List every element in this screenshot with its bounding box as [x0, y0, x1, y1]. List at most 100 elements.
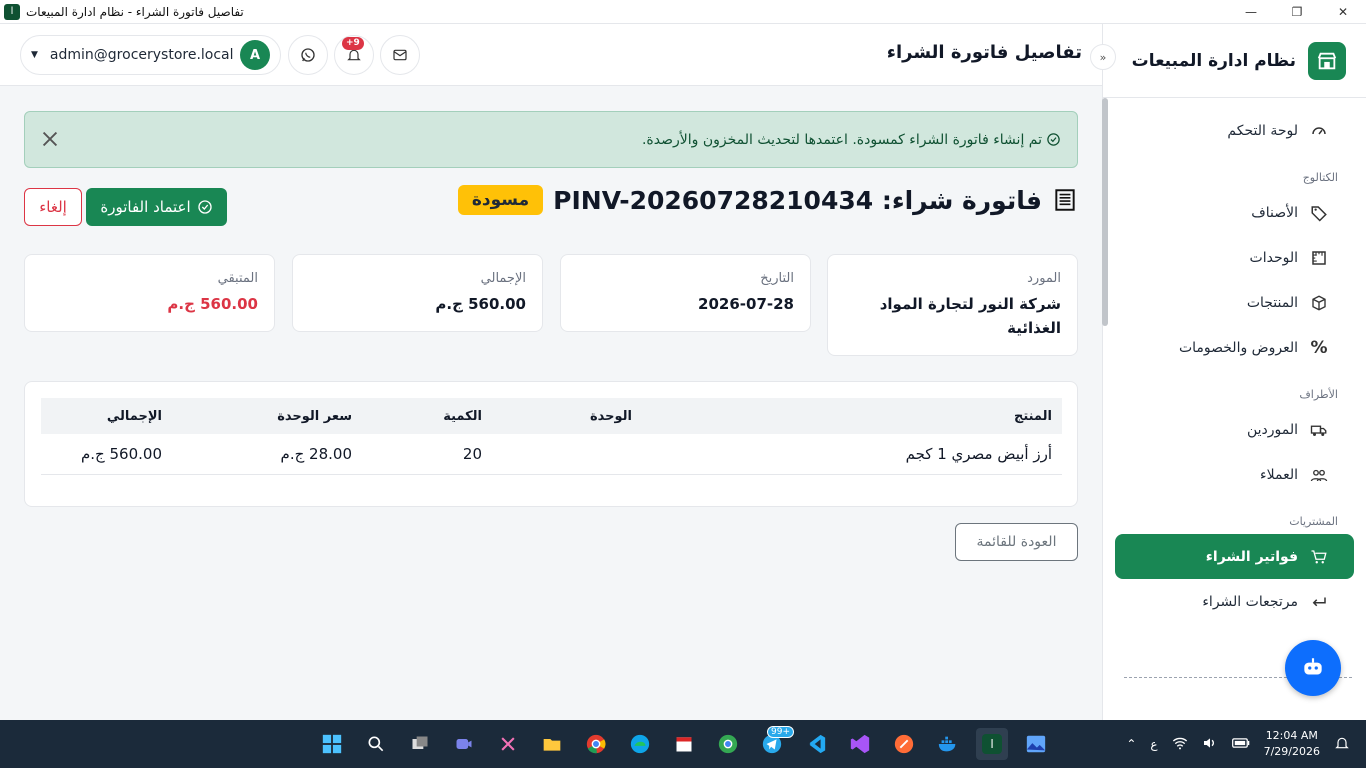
- volume-icon[interactable]: [1202, 736, 1218, 753]
- table-header-row: المنتج الوحدة الكمية سعر الوحدة الإجمالي: [41, 398, 1062, 434]
- whatsapp-icon: [301, 48, 315, 62]
- cancel-button[interactable]: إلغاء: [24, 188, 82, 226]
- language-indicator[interactable]: ع: [1150, 737, 1157, 751]
- table-cell: أرز أبيض مصري 1 كجم: [642, 434, 1062, 475]
- total-card: الإجمالي 560.00 ج.م: [292, 254, 543, 332]
- sidebar-item-categories[interactable]: الأصناف: [1115, 190, 1354, 235]
- invoice-header: فاتورة شراء: PINV-20260728210434 مسودة: [457, 185, 1078, 215]
- check-circle-icon: [197, 200, 212, 214]
- check-circle-icon: [1047, 133, 1060, 146]
- chevron-up-icon[interactable]: ⌃: [1126, 737, 1136, 751]
- chrome-icon[interactable]: [580, 728, 612, 760]
- vscode-icon[interactable]: [800, 728, 832, 760]
- truck-icon: [1310, 421, 1328, 439]
- table-cell: 28.00 ج.م: [172, 434, 362, 475]
- minimize-button[interactable]: —: [1228, 0, 1274, 24]
- search-icon[interactable]: [360, 728, 392, 760]
- battery-icon[interactable]: [1231, 737, 1250, 752]
- wifi-icon[interactable]: [1172, 736, 1188, 753]
- dashboard-icon: [1310, 122, 1328, 140]
- clock[interactable]: 12:04 AM 7/29/2026: [1264, 728, 1320, 760]
- remaining-card: المتبقي 560.00 ج.م: [24, 254, 275, 332]
- taskbar: 99+ ا ⌃ ع 12:04 AM 7/29/2026: [0, 720, 1366, 768]
- close-icon[interactable]: [39, 128, 61, 150]
- approve-invoice-button[interactable]: اعتماد الفاتورة: [86, 188, 227, 226]
- sidebar-item-label: العملاء: [1260, 466, 1298, 483]
- main-content: تم إنشاء فاتورة الشراء كمسودة. اعتمدها ل…: [0, 86, 1102, 720]
- sales-app-icon[interactable]: ا: [976, 728, 1008, 760]
- back-to-list-button[interactable]: العودة للقائمة: [955, 523, 1078, 561]
- sidebar-item-label: مرتجعات الشراء: [1202, 593, 1298, 610]
- maximize-button[interactable]: ❐: [1274, 0, 1320, 24]
- table-cell: [492, 434, 642, 475]
- supplier-name: شركة النور لتجارة المواد الغذائية: [879, 295, 1061, 337]
- box-icon: [1310, 294, 1328, 312]
- invoice-total: 560.00 ج.م: [435, 295, 526, 313]
- sidebar-item-offers[interactable]: % العروض والخصومات: [1115, 325, 1354, 370]
- system-tray: ⌃ ع 12:04 AM 7/29/2026: [1126, 720, 1350, 768]
- nav-section-purchases: المشتريات: [1289, 515, 1338, 528]
- scrollbar[interactable]: [1102, 98, 1108, 326]
- items-table-card: المنتج الوحدة الكمية سعر الوحدة الإجمالي…: [24, 381, 1078, 507]
- sidebar-item-units[interactable]: الوحدات: [1115, 235, 1354, 280]
- notification-center-icon[interactable]: [1334, 735, 1350, 754]
- postman-icon[interactable]: [888, 728, 920, 760]
- cart-icon: [1310, 548, 1328, 566]
- chrome-profile-icon[interactable]: [712, 728, 744, 760]
- meet-icon[interactable]: [448, 728, 480, 760]
- messages-button[interactable]: [380, 35, 420, 75]
- column-header: سعر الوحدة: [172, 398, 362, 434]
- windows-start-icon[interactable]: [316, 728, 348, 760]
- card-label: الإجمالي: [480, 271, 526, 286]
- avatar: A: [240, 40, 270, 70]
- edge-icon[interactable]: [624, 728, 656, 760]
- table-cell: 560.00 ج.م: [41, 434, 172, 475]
- sidebar-item-label: فواتير الشراء: [1205, 548, 1298, 565]
- robot-icon: [1304, 658, 1322, 675]
- column-header: الإجمالي: [41, 398, 172, 434]
- table-row: أرز أبيض مصري 1 كجم 20 28.00 ج.م 560.00 …: [41, 434, 1062, 475]
- photos-icon[interactable]: [1020, 728, 1052, 760]
- docker-icon[interactable]: [932, 728, 964, 760]
- visual-studio-icon[interactable]: [844, 728, 876, 760]
- brand-name: نظام ادارة المبيعات: [1131, 50, 1296, 71]
- brand: نظام ادارة المبيعات: [1103, 24, 1366, 98]
- sidebar-item-label: الموردين: [1246, 421, 1298, 438]
- file-explorer-icon[interactable]: [536, 728, 568, 760]
- calendar-app-icon[interactable]: [668, 728, 700, 760]
- items-table: المنتج الوحدة الكمية سعر الوحدة الإجمالي…: [41, 398, 1062, 475]
- sidebar-item-label: الأصناف: [1251, 204, 1298, 221]
- sidebar-item-label: الوحدات: [1249, 249, 1298, 266]
- close-button[interactable]: ✕: [1320, 0, 1366, 24]
- snipping-tool-icon[interactable]: [492, 728, 524, 760]
- clock-date: 7/29/2026: [1263, 745, 1320, 758]
- success-alert: تم إنشاء فاتورة الشراء كمسودة. اعتمدها ل…: [24, 111, 1078, 168]
- sidebar-item-dashboard[interactable]: لوحة التحكم: [1115, 108, 1354, 153]
- nav-section-parties: الأطراف: [1299, 388, 1338, 401]
- task-view-icon[interactable]: [404, 728, 436, 760]
- whatsapp-button[interactable]: [288, 35, 328, 75]
- user-menu[interactable]: ▼ admin@grocerystore.local A: [20, 35, 281, 75]
- sidebar-item-customers[interactable]: العملاء: [1115, 452, 1354, 497]
- telegram-icon[interactable]: 99+: [756, 726, 794, 760]
- chatbot-button[interactable]: [1285, 640, 1341, 696]
- sidebar-item-products[interactable]: المنتجات: [1115, 280, 1354, 325]
- page-title: تفاصيل فاتورة الشراء: [886, 42, 1082, 63]
- invoice-remaining: 560.00 ج.م: [167, 295, 258, 313]
- app-icon: ا: [4, 3, 20, 20]
- invoice-title: فاتورة شراء: PINV-20260728210434: [553, 185, 1042, 215]
- column-header: المنتج: [642, 398, 1062, 434]
- status-badge: مسودة: [457, 185, 544, 215]
- clock-time: 12:04 AM: [1265, 729, 1318, 742]
- sidebar-item-purchase-invoices[interactable]: فواتير الشراء: [1115, 534, 1354, 579]
- notifications-button[interactable]: +9: [334, 35, 374, 75]
- sidebar-item-suppliers[interactable]: الموردين: [1115, 407, 1354, 452]
- chevron-down-icon: ▼: [31, 50, 38, 60]
- supplier-card: المورد شركة النور لتجارة المواد الغذائية: [827, 254, 1078, 356]
- sidebar-item-label: العروض والخصومات: [1178, 339, 1298, 356]
- window-titlebar: ا تفاصيل فاتورة الشراء - نظام ادارة المب…: [0, 0, 1366, 24]
- sidebar-collapse-button[interactable]: »: [1090, 44, 1116, 70]
- envelope-icon: [393, 49, 407, 61]
- sidebar-nav: لوحة التحكم الكتالوج الأصناف الوحدات الم…: [1103, 98, 1366, 624]
- sidebar-item-purchase-returns[interactable]: مرتجعات الشراء: [1115, 579, 1354, 624]
